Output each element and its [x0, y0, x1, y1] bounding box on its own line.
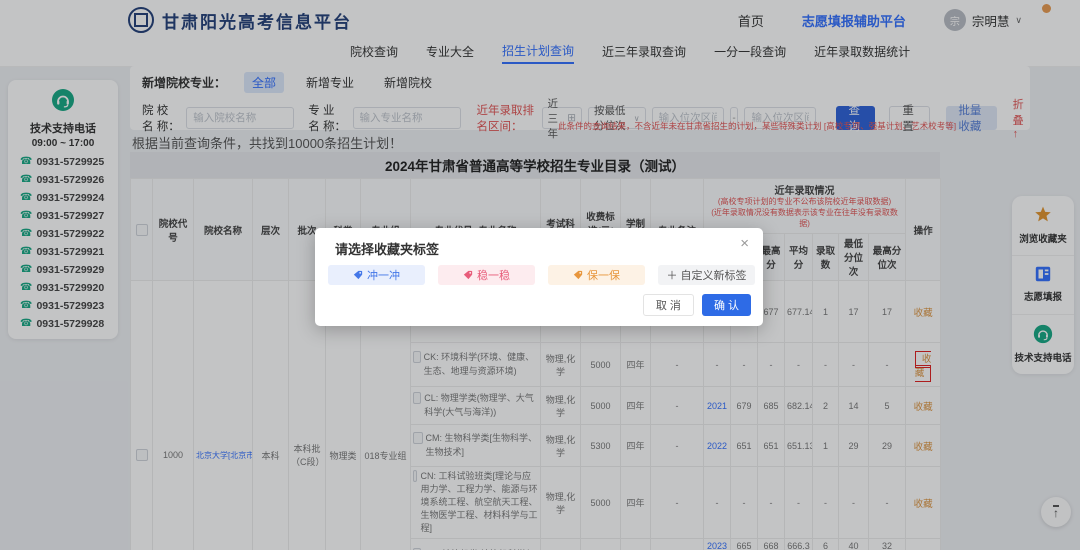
tag-icon	[353, 270, 363, 280]
tag-bao-yi-bao[interactable]: 保一保	[548, 265, 645, 285]
confirm-button[interactable]: 确 认	[702, 294, 751, 316]
tag-icon	[463, 270, 473, 280]
favorite-tag-modal: 请选择收藏夹标签 × 冲一冲 稳一稳 保一保 ＋ 自定义新标签 取 消 确 认	[315, 228, 763, 326]
custom-tag-button[interactable]: ＋ 自定义新标签	[658, 265, 755, 285]
cancel-button[interactable]: 取 消	[643, 294, 694, 316]
tag-wen-yi-wen[interactable]: 稳一稳	[438, 265, 535, 285]
close-icon[interactable]: ×	[740, 235, 749, 252]
page: 甘肃阳光高考信息平台 首页 志愿填报辅助平台 宗 宗明慧 ∨ 院校查询专业大全招…	[0, 0, 1080, 550]
tag-chong-yi-chong[interactable]: 冲一冲	[328, 265, 425, 285]
modal-title: 请选择收藏夹标签	[335, 239, 439, 258]
tag-icon	[573, 270, 583, 280]
